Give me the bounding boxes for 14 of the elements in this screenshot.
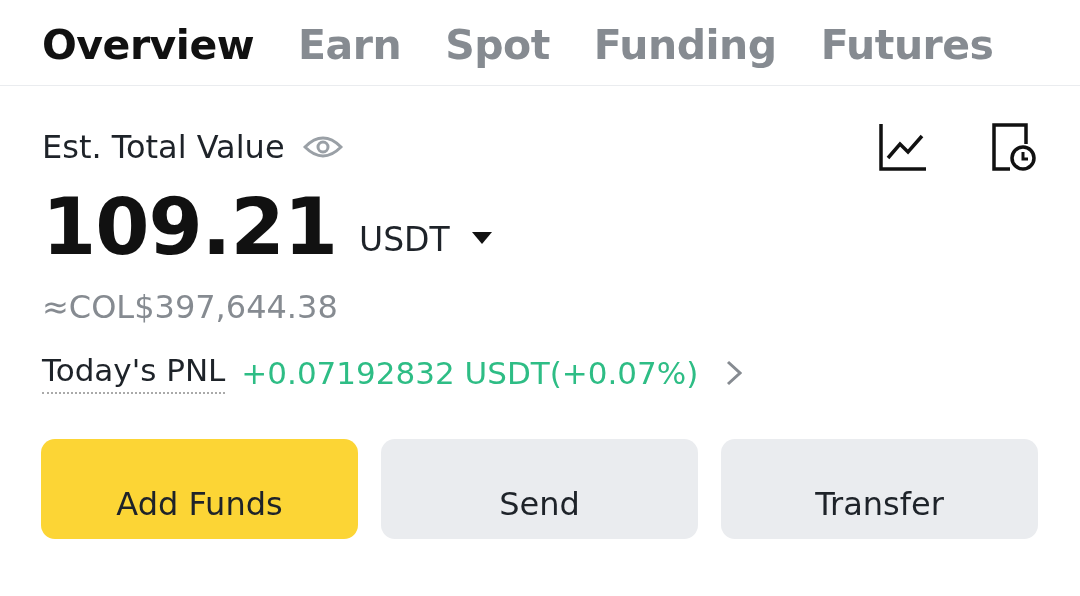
pnl-value: +0.07192832 USDT(+0.07%) — [241, 355, 699, 391]
currency-selector[interactable]: USDT — [359, 219, 450, 259]
chart-icon[interactable] — [878, 122, 928, 172]
total-value-label: Est. Total Value — [42, 128, 285, 166]
action-button[interactable]: Send — [381, 439, 698, 539]
history-icon[interactable] — [990, 122, 1038, 172]
pnl-label[interactable]: Today's PNL — [42, 352, 226, 394]
tab[interactable]: Overview — [42, 4, 255, 85]
action-button[interactable]: Add Funds — [41, 439, 358, 539]
chevron-icon[interactable] — [726, 360, 743, 386]
action-button[interactable]: Transfer — [721, 439, 1038, 539]
caret-icon[interactable] — [471, 232, 492, 244]
fiat-value: ≈COL$397,644.38 — [42, 288, 339, 326]
total-amount: 109.21 — [42, 182, 337, 272]
